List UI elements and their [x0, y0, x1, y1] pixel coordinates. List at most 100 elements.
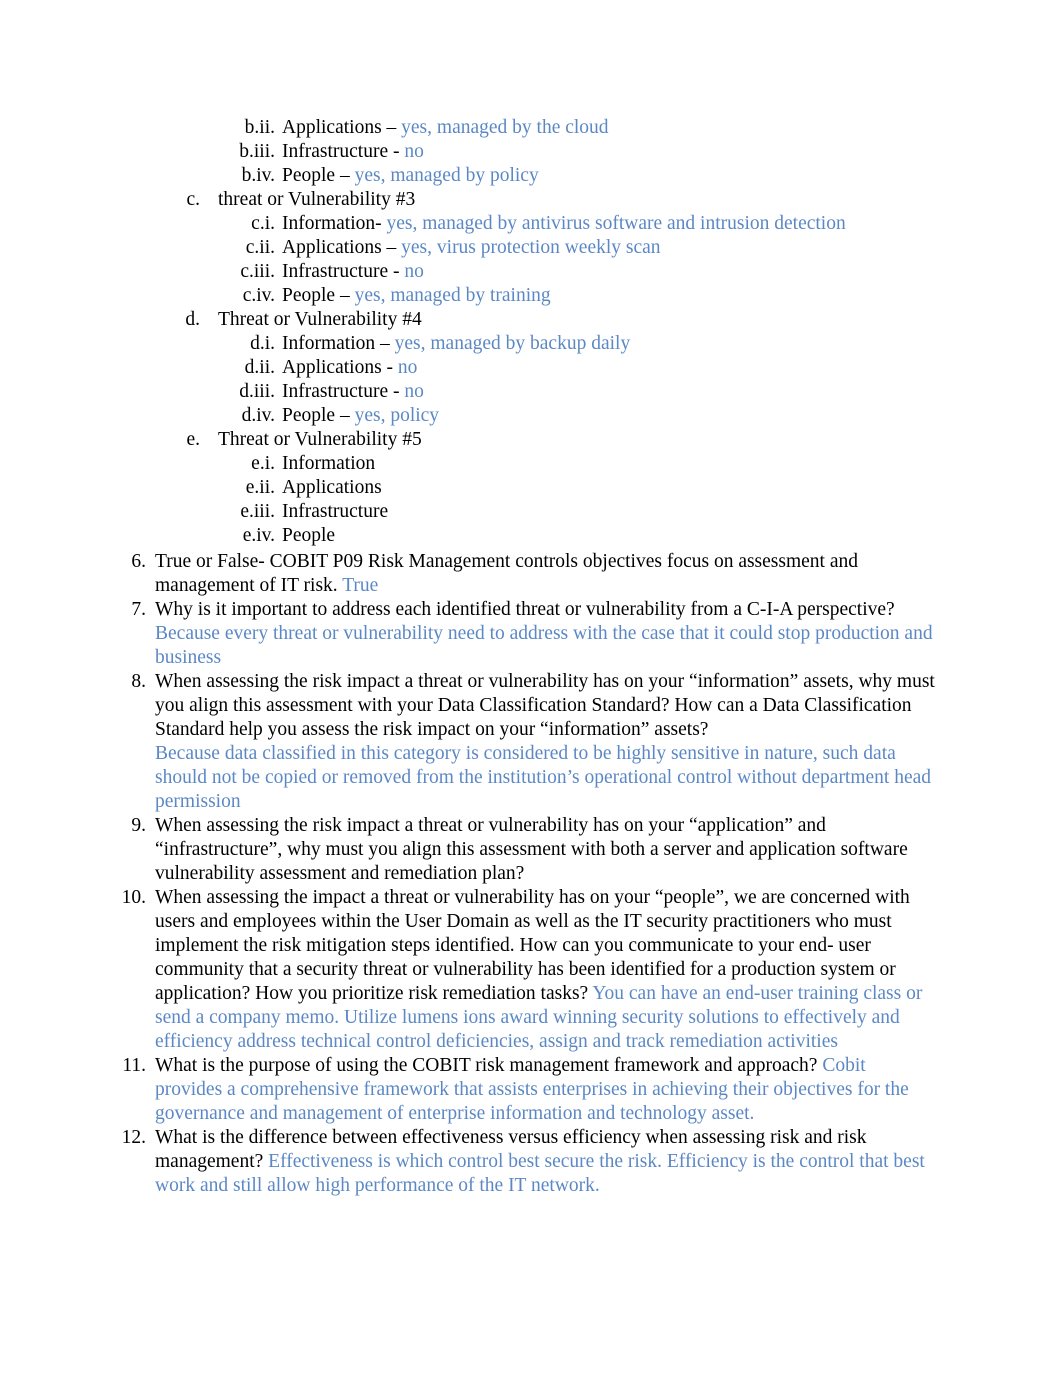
outline-answer: yes, managed by training — [354, 285, 551, 306]
outline-letter-row: c. threat or Vulnerability #3 — [0, 188, 1062, 212]
outline-roman-row: c.iii. Infrastructure - no — [0, 260, 1062, 284]
outline-marker: d. — [185, 309, 200, 330]
outline-marker: c.i. — [251, 213, 275, 234]
outline-answer: no — [404, 381, 424, 402]
question-text: What is the purpose of using the COBIT r… — [155, 1055, 823, 1076]
outline-text: Threat or Vulnerability #5 — [218, 428, 422, 452]
outline-roman-row: c.i. Information- yes, managed by antivir… — [0, 212, 1062, 236]
outline-marker: e.iii. — [240, 501, 275, 522]
outline-marker: c.ii. — [245, 237, 275, 258]
outline-marker: e.iv. — [242, 525, 275, 546]
question-body: What is the purpose of using the COBIT r… — [155, 1054, 935, 1126]
outline-answer: yes, managed by the cloud — [401, 117, 609, 138]
outline-text: Information- yes, managed by antivirus s… — [282, 212, 846, 236]
outline-text: People – yes, policy — [282, 404, 439, 428]
question-text: Why is it important to address each iden… — [155, 599, 895, 620]
outline-roman-row: e.iv. People — [0, 524, 1062, 548]
question-answer: Because data classified in this category… — [155, 743, 932, 812]
outline-label: Information — [282, 453, 376, 474]
question-body: When assessing the risk impact a threat … — [155, 814, 935, 886]
outline-answer: yes, policy — [354, 405, 440, 426]
question-text: When assessing the risk impact a threat … — [155, 815, 908, 884]
outline-label: People – — [282, 285, 355, 306]
outline-label: Infrastructure - — [282, 261, 405, 282]
outline-roman-row: c.ii. Applications – yes, virus protectio… — [0, 236, 1062, 260]
outline-label: Information – — [282, 333, 395, 354]
question-number: 6. — [131, 551, 146, 572]
outline-answer: yes, virus protection weekly scan — [401, 237, 661, 258]
outline-text: Infrastructure - no — [282, 140, 424, 164]
question-item: 6. True or False- COBIT P09 Risk Manageme… — [0, 550, 1062, 598]
outline-roman-row: d.i. Information – yes, managed by backup… — [0, 332, 1062, 356]
outline-answer: no — [404, 141, 424, 162]
outline-label: Information- — [282, 213, 387, 234]
question-number: 12. — [121, 1127, 146, 1148]
question-number: 8. — [131, 671, 146, 692]
outline-answer: yes, managed by policy — [354, 165, 539, 186]
outline-label: Infrastructure - — [282, 381, 405, 402]
question-number: 11. — [122, 1055, 146, 1076]
outline-answer: yes, managed by backup daily — [394, 333, 631, 354]
outline-roman-row: e.i. Information — [0, 452, 1062, 476]
outline-marker: c.iii. — [240, 261, 275, 282]
question-body: Why is it important to address each iden… — [155, 598, 935, 670]
outline-roman-row: d.iv. People – yes, policy — [0, 404, 1062, 428]
outline-marker: d.iii. — [239, 381, 275, 402]
outline-letter-row: d. Threat or Vulnerability #4 — [0, 308, 1062, 332]
outline-text: threat or Vulnerability #3 — [218, 188, 415, 212]
question-list: 6. True or False- COBIT P09 Risk Manageme… — [0, 550, 1062, 1198]
question-item: 12. What is the difference between effect… — [0, 1126, 1062, 1198]
question-item: 10. When assessing the impact a threat or… — [0, 886, 1062, 1054]
outline-text: Infrastructure — [282, 500, 388, 524]
outline-label: Infrastructure - — [282, 141, 405, 162]
outline-text: Information – yes, managed by backup dai… — [282, 332, 630, 356]
question-body: When assessing the risk impact a threat … — [155, 670, 935, 814]
question-item: 9. When assessing the risk impact a threa… — [0, 814, 1062, 886]
question-body: What is the difference between effective… — [155, 1126, 935, 1198]
outline-marker: c. — [186, 189, 200, 210]
outline-text: Applications — [282, 476, 382, 500]
outline-label: Threat or Vulnerability #5 — [218, 429, 422, 450]
outline-answer: no — [397, 357, 418, 378]
outline-marker: b.ii. — [244, 117, 275, 138]
outline-roman-row: b.iv. People – yes, managed by policy — [0, 164, 1062, 188]
question-number: 10. — [121, 887, 146, 908]
outline-text: Applications – yes, managed by the cloud — [282, 116, 609, 140]
question-answer: True — [342, 575, 379, 596]
outline-marker: d.ii. — [244, 357, 275, 378]
outline-text: Threat or Vulnerability #4 — [218, 308, 422, 332]
outline-marker: b.iv. — [241, 165, 275, 186]
question-text: When assessing the risk impact a threat … — [155, 671, 935, 740]
question-number: 9. — [131, 815, 146, 836]
outline-letter-row: e. Threat or Vulnerability #5 — [0, 428, 1062, 452]
outline-label: People — [282, 525, 336, 546]
outline-label: Infrastructure — [282, 501, 389, 522]
outline-roman-row: d.ii. Applications - no — [0, 356, 1062, 380]
outline-answer: no — [404, 261, 424, 282]
outline-label: People – — [282, 405, 355, 426]
outline-label: Threat or Vulnerability #4 — [218, 309, 422, 330]
document-page: b.ii. Applications – yes, managed by the … — [0, 0, 1062, 1376]
outline-label: threat or Vulnerability #3 — [218, 189, 416, 210]
outline-marker: e. — [186, 429, 200, 450]
outline-roman-row: c.iv. People – yes, managed by training — [0, 284, 1062, 308]
outline-label: People – — [282, 165, 355, 186]
outline-roman-row: b.iii. Infrastructure - no — [0, 140, 1062, 164]
outline-roman-row: d.iii. Infrastructure - no — [0, 380, 1062, 404]
outline-marker: e.ii. — [245, 477, 275, 498]
question-item: 11. What is the purpose of using the COBI… — [0, 1054, 1062, 1126]
question-answer: Effectiveness is which control best secu… — [155, 1151, 925, 1196]
outline-text: People – yes, managed by training — [282, 284, 551, 308]
outline-label: Applications — [282, 477, 382, 498]
outline-text: People – yes, managed by policy — [282, 164, 539, 188]
outline-roman-row: b.ii. Applications – yes, managed by the … — [0, 116, 1062, 140]
outline-text: Applications - no — [282, 356, 417, 380]
question-text: True or False- COBIT P09 Risk Management… — [155, 551, 858, 596]
outline-label: Applications - — [282, 357, 398, 378]
question-body: True or False- COBIT P09 Risk Management… — [155, 550, 935, 598]
outline-text: People — [282, 524, 335, 548]
question-item: 8. When assessing the risk impact a threa… — [0, 670, 1062, 814]
outline-text: Infrastructure - no — [282, 260, 424, 284]
outline-text: Applications – yes, virus protection wee… — [282, 236, 661, 260]
question-body: When assessing the impact a threat or vu… — [155, 886, 935, 1054]
